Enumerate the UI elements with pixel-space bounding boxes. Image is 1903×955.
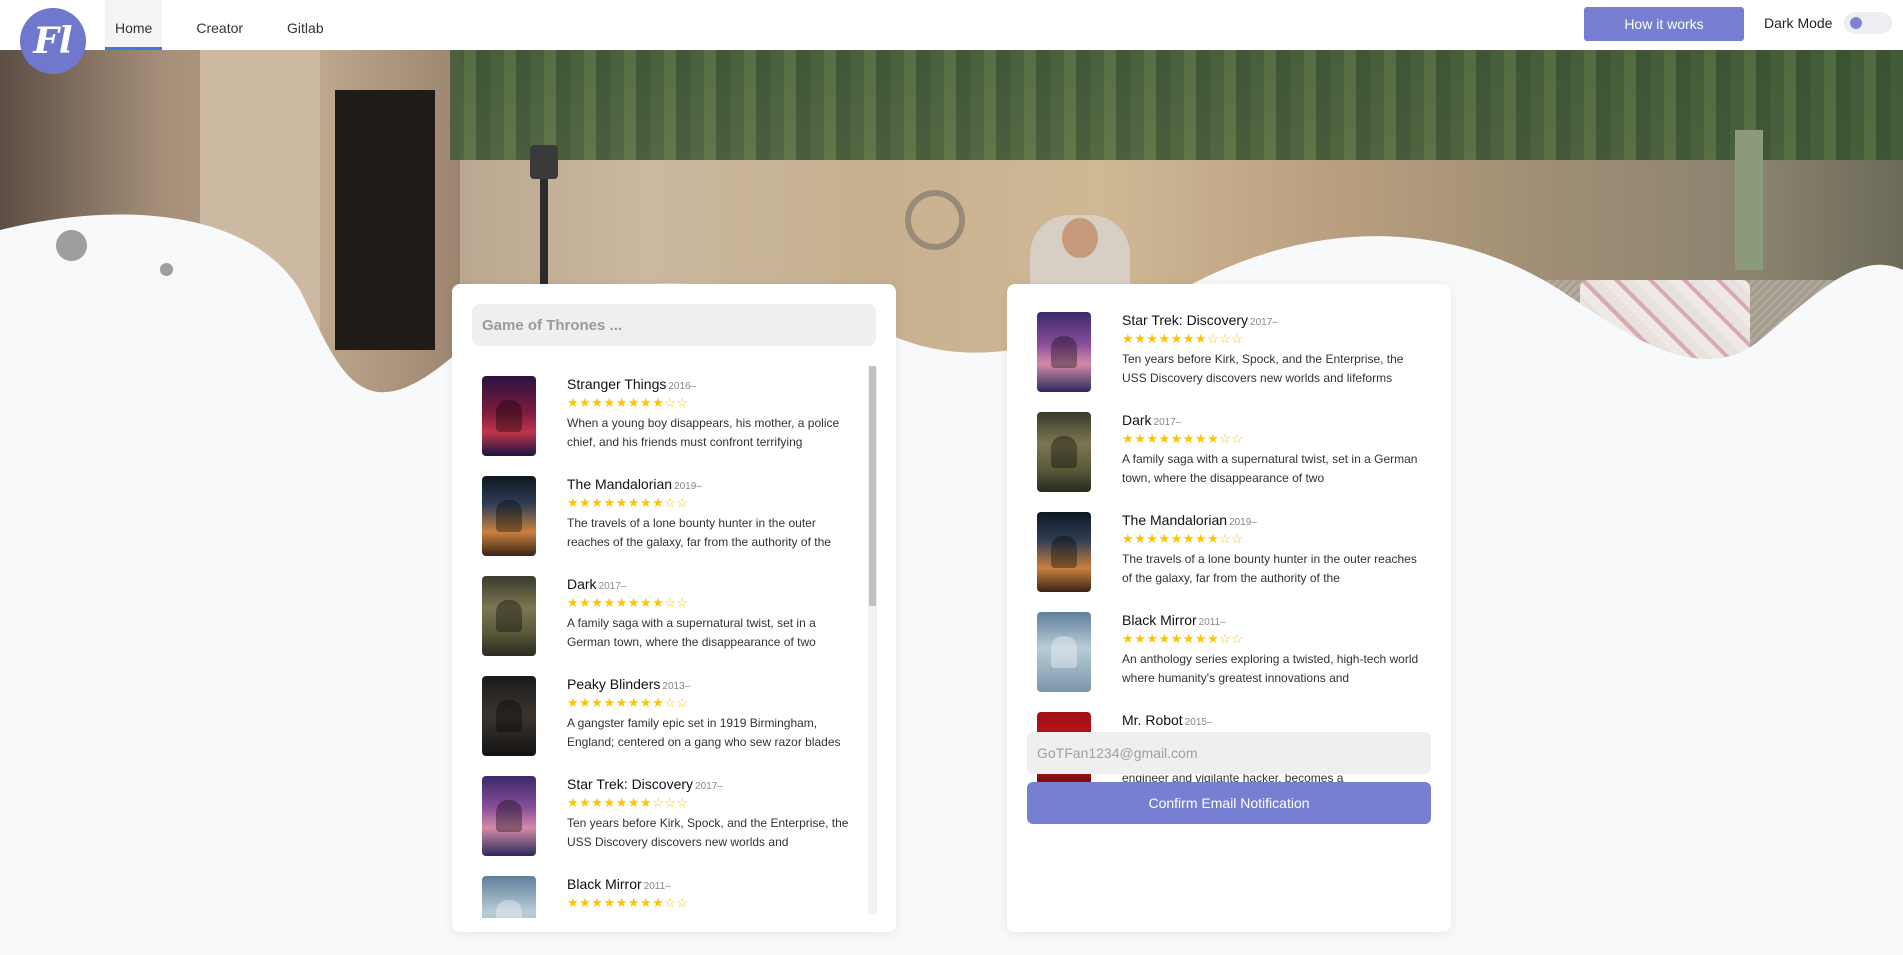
star-rating: ★★★★★★★★☆☆ — [1122, 431, 1244, 446]
show-year: 2017– — [1250, 317, 1278, 328]
confirm-email-button[interactable]: Confirm Email Notification — [1027, 782, 1431, 824]
show-year: 2017– — [598, 581, 627, 592]
show-description: A family saga with a supernatural twist,… — [1122, 452, 1418, 485]
show-description: An anthology series exploring a twisted,… — [1122, 652, 1419, 685]
nav-creator[interactable]: Creator — [186, 0, 253, 50]
nav-gitlab[interactable]: Gitlab — [277, 0, 334, 50]
hero-wave-overlay — [0, 214, 1903, 460]
show-year: 2019– — [1229, 517, 1257, 528]
nav-home[interactable]: Home — [105, 0, 163, 50]
selected-item[interactable]: Star Trek: Discovery 2017– ★★★★★★★☆☆☆ Ten… — [1037, 312, 1421, 412]
selected-item[interactable]: The Mandalorian 2019– ★★★★★★★★☆☆ The trav… — [1037, 512, 1421, 612]
poster-image — [1037, 612, 1091, 692]
show-description: A family saga with a supernatural twist,… — [567, 616, 816, 649]
show-year: 2015– — [1184, 717, 1213, 728]
result-item[interactable]: Stranger Things 2016– ★★★★★★★★☆☆ When a y… — [482, 376, 854, 476]
poster-image — [1037, 412, 1091, 492]
poster-image — [482, 676, 536, 756]
show-year: 2016– — [668, 381, 697, 392]
result-item[interactable]: Peaky Blinders 2013– ★★★★★★★★☆☆ A gangste… — [482, 676, 854, 776]
email-input[interactable] — [1027, 732, 1431, 774]
show-title: Stranger Things — [567, 376, 667, 392]
dark-mode-toggle[interactable] — [1844, 12, 1892, 34]
show-description: When a young boy disappears, his mother,… — [567, 416, 840, 449]
show-title: Peaky Blinders — [567, 676, 661, 692]
selected-shows-card: Star Trek: Discovery 2017– ★★★★★★★☆☆☆ Ten… — [1007, 284, 1451, 932]
show-title: Black Mirror — [1122, 612, 1197, 628]
results-scrollbar-thumb[interactable] — [869, 366, 876, 606]
result-item[interactable]: The Mandalorian 2019– ★★★★★★★★☆☆ The trav… — [482, 476, 854, 576]
poster-image — [1037, 512, 1091, 592]
show-description: Ten years before Kirk, Spock, and the En… — [1122, 352, 1404, 385]
search-results-list[interactable]: Stranger Things 2016– ★★★★★★★★☆☆ When a y… — [482, 376, 854, 918]
show-title: Black Mirror — [567, 876, 642, 892]
star-rating: ★★★★★★★☆☆☆ — [1122, 331, 1244, 346]
show-year: 2013– — [662, 681, 691, 692]
main-nav: Home Creator Gitlab — [105, 0, 358, 50]
app-logo[interactable]: Fl — [20, 8, 86, 74]
show-year: 2017– — [695, 781, 723, 792]
star-rating: ★★★★★★★★☆☆ — [567, 895, 689, 910]
search-card: Stranger Things2016– ★★★★★★★★☆☆ When a y… — [452, 284, 896, 932]
show-description — [567, 914, 854, 918]
star-rating: ★★★★★★★★☆☆ — [567, 395, 689, 410]
star-rating: ★★★★★★★☆☆☆ — [567, 795, 689, 810]
show-title: Star Trek: Discovery — [1122, 312, 1249, 328]
show-description: Ten years before Kirk, Spock, and the En… — [567, 816, 849, 849]
result-item[interactable]: Star Trek: Discovery 2017– ★★★★★★★☆☆☆ Ten… — [482, 776, 854, 876]
show-title: Mr. Robot — [1122, 712, 1183, 728]
star-rating: ★★★★★★★★☆☆ — [567, 595, 689, 610]
result-item[interactable]: Black Mirror 2011– ★★★★★★★★☆☆ — [482, 876, 854, 918]
show-year: 2017– — [1153, 417, 1182, 428]
top-navbar: Home Creator Gitlab How it works Dark Mo… — [0, 0, 1903, 50]
dark-mode-toggle-knob — [1850, 17, 1862, 29]
show-search-input[interactable] — [472, 304, 876, 346]
show-title: The Mandalorian — [567, 476, 673, 492]
show-description: The travels of a lone bounty hunter in t… — [1122, 552, 1417, 585]
poster-image — [482, 376, 536, 456]
show-year: 2019– — [674, 481, 702, 492]
selected-item[interactable]: Black Mirror 2011– ★★★★★★★★☆☆ An antholog… — [1037, 612, 1421, 712]
poster-image — [1037, 312, 1091, 392]
star-rating: ★★★★★★★★☆☆ — [567, 495, 689, 510]
dark-mode-label: Dark Mode — [1764, 15, 1833, 31]
show-year: 2011– — [643, 881, 671, 892]
selected-item[interactable]: Dark 2017– ★★★★★★★★☆☆ A family saga with … — [1037, 412, 1421, 512]
show-title: Star Trek: Discovery — [567, 776, 694, 792]
poster-image — [482, 576, 536, 656]
show-title: Dark — [567, 576, 597, 592]
how-it-works-button[interactable]: How it works — [1584, 7, 1744, 41]
show-title: The Mandalorian — [1122, 512, 1228, 528]
decor-bubble-large — [56, 230, 87, 261]
decor-bubble-small — [160, 263, 173, 276]
show-description: The travels of a lone bounty hunter in t… — [567, 516, 831, 549]
star-rating: ★★★★★★★★☆☆ — [567, 695, 689, 710]
show-year: 2011– — [1198, 617, 1226, 628]
result-item[interactable]: Dark 2017– ★★★★★★★★☆☆ A family saga with … — [482, 576, 854, 676]
star-rating: ★★★★★★★★☆☆ — [1122, 631, 1244, 646]
show-title: Dark — [1122, 412, 1152, 428]
poster-image — [482, 476, 536, 556]
star-rating: ★★★★★★★★☆☆ — [1122, 531, 1244, 546]
results-scrollbar[interactable] — [868, 366, 877, 914]
show-description: A gangster family epic set in 1919 Birmi… — [567, 716, 841, 749]
poster-image — [482, 776, 536, 856]
poster-image — [482, 876, 536, 918]
